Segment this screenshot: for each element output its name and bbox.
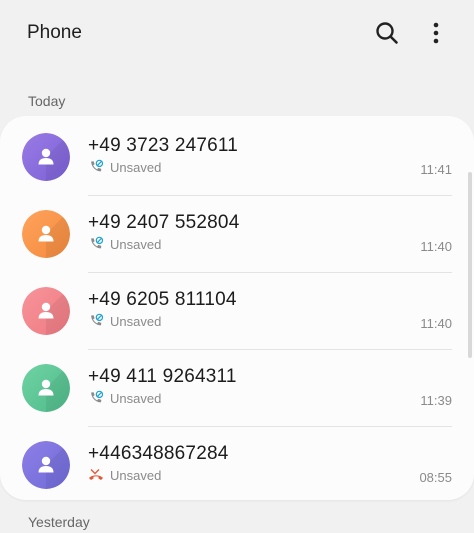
- contact-status-label: Unsaved: [110, 313, 162, 329]
- phone-number: +49 3723 247611: [88, 135, 239, 156]
- call-time: 11:40: [420, 239, 452, 254]
- phone-number: +49 411 9264311: [88, 366, 237, 387]
- call-time: 11:41: [420, 162, 452, 177]
- call-status: Unsaved: [88, 313, 161, 329]
- missed-call-icon: [89, 469, 103, 480]
- call-log-item[interactable]: +49 2407 552804 Unsaved 11:40: [0, 196, 474, 273]
- avatar[interactable]: [22, 441, 70, 489]
- more-vert-icon: [433, 22, 439, 44]
- contact-status-label: Unsaved: [110, 467, 162, 483]
- app-header: Phone: [0, 0, 474, 66]
- section-header-yesterday: Yesterday: [28, 514, 90, 530]
- more-options-button[interactable]: [426, 20, 446, 46]
- person-icon: [22, 133, 70, 181]
- contact-status-label: Unsaved: [110, 236, 162, 252]
- person-icon: [22, 210, 70, 258]
- call-log-item[interactable]: +446348867284 Unsaved 08:55: [0, 427, 474, 504]
- call-status: Unsaved: [88, 159, 161, 175]
- voice-call-icon: [91, 390, 104, 403]
- app-title: Phone: [27, 22, 82, 43]
- phone-number: +49 2407 552804: [88, 212, 240, 233]
- call-log-card: +49 3723 247611 Unsaved 11:41 +49 2407 5528…: [0, 116, 474, 500]
- search-button[interactable]: [374, 20, 400, 46]
- avatar[interactable]: [22, 133, 70, 181]
- call-log-item[interactable]: +49 3723 247611 Unsaved 11:41: [0, 119, 474, 196]
- search-icon: [376, 22, 398, 44]
- call-status: Unsaved: [88, 236, 161, 252]
- call-time: 11:39: [420, 393, 452, 408]
- call-log-item[interactable]: +49 411 9264311 Unsaved 11:39: [0, 350, 474, 427]
- section-header-today: Today: [28, 93, 66, 109]
- voice-call-icon: [91, 313, 104, 326]
- person-icon: [22, 287, 70, 335]
- contact-status-label: Unsaved: [110, 159, 162, 175]
- avatar[interactable]: [22, 210, 70, 258]
- scrollbar[interactable]: [468, 172, 472, 358]
- avatar[interactable]: [22, 364, 70, 412]
- phone-number: +49 6205 811104: [88, 289, 237, 310]
- voice-call-icon: [91, 236, 104, 249]
- call-log-item[interactable]: +49 6205 811104 Unsaved 11:40: [0, 273, 474, 350]
- person-icon: [22, 364, 70, 412]
- avatar[interactable]: [22, 287, 70, 335]
- call-time: 11:40: [420, 316, 452, 331]
- call-status: Unsaved: [88, 390, 161, 406]
- call-time: 08:55: [419, 470, 452, 485]
- phone-number: +446348867284: [88, 443, 229, 464]
- person-icon: [22, 441, 70, 489]
- call-status: Unsaved: [88, 467, 161, 483]
- contact-status-label: Unsaved: [110, 390, 162, 406]
- voice-call-icon: [91, 159, 104, 172]
